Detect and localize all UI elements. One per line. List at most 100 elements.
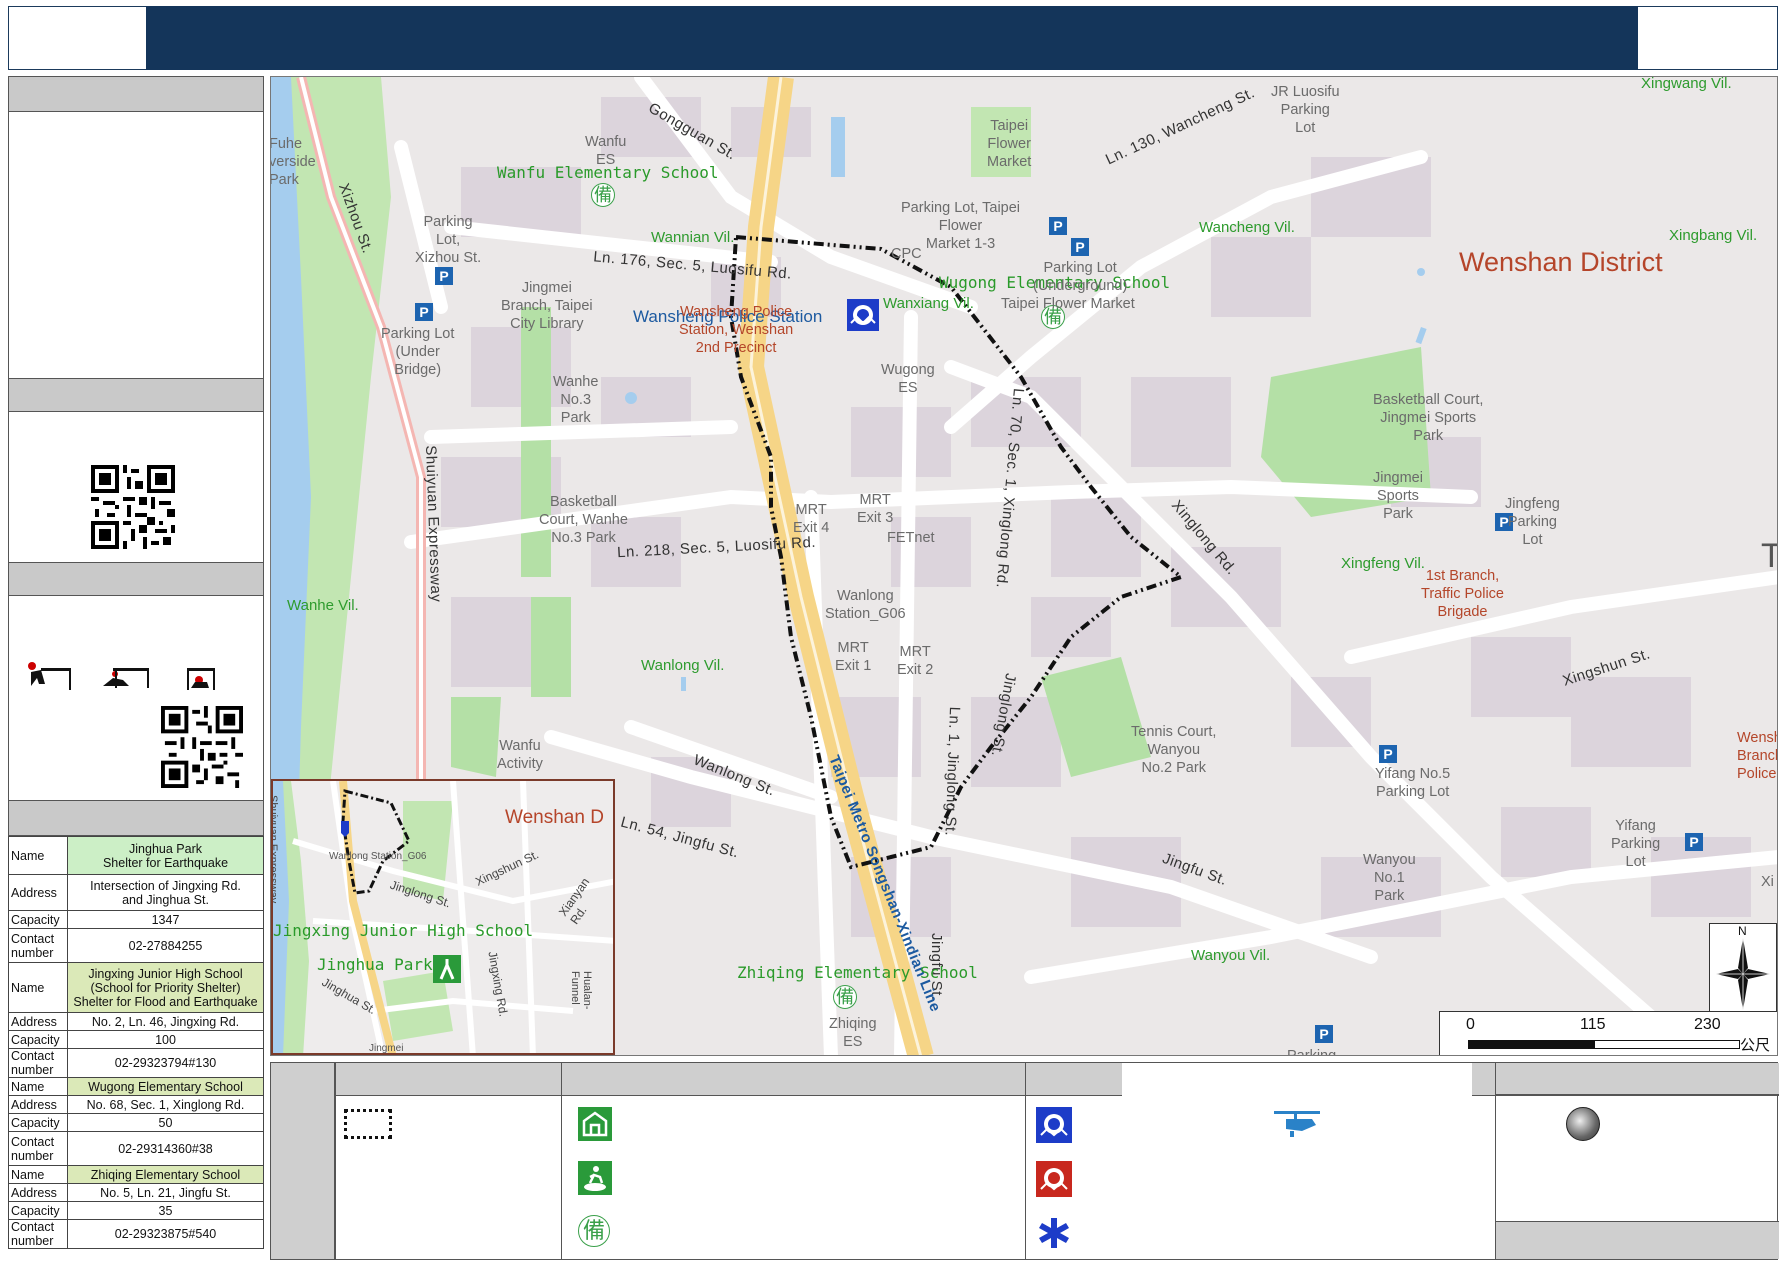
place-label: JR Luosifu Parking Lot: [1271, 84, 1340, 136]
parking-icon[interactable]: P: [1071, 238, 1089, 256]
place-label: Tennis Court, Wanyou No.2 Park: [1131, 724, 1217, 776]
inset-district-label: Wenshan D: [505, 807, 604, 828]
shelter-field-value: Jingxing Junior High School (School for P…: [67, 962, 264, 1013]
place-label: T: [1761, 537, 1777, 576]
shelter-field-label: Address: [8, 1012, 68, 1031]
inset-school-label: Jingxing Junior High School: [273, 921, 534, 940]
place-label: Wanfu Activity: [497, 738, 543, 772]
map-view[interactable]: Wenshan District Xingwang Vil. Wannian V…: [270, 76, 1778, 1056]
shelter-field-value: 02-27884255: [67, 928, 264, 963]
shelter-field-value: 02-29314360#38: [67, 1131, 264, 1166]
place-label: Taipei Flower Market: [1001, 296, 1135, 312]
panel-box-3: [8, 595, 264, 801]
scale-bar: 0 115 230 公尺: [1439, 1011, 1777, 1055]
place-label: WenshBranchPolice: [1737, 730, 1778, 782]
scale-tick-label: 0: [1466, 1016, 1475, 1033]
shelter-field-value: No. 5, Ln. 21, Jingfu St.: [67, 1183, 264, 1202]
shelter-field-label: Name: [8, 1165, 68, 1184]
qr-code-icon: [91, 465, 175, 549]
place-label: MRT Exit 4: [793, 502, 830, 536]
place-label: Fuhe verside Park: [270, 136, 316, 188]
fire-department-icon: [1036, 1161, 1072, 1197]
shelter-row: Name Zhiqing Elementary School: [8, 1165, 264, 1184]
parking-icon[interactable]: P: [1315, 1025, 1333, 1043]
scale-tick-label: 115: [1580, 1016, 1606, 1033]
scale-tick-label: 230: [1694, 1016, 1721, 1033]
legend-panel: 備: [270, 1062, 1780, 1260]
parking-icon[interactable]: P: [1685, 833, 1703, 851]
legend-other-footer: [1496, 1221, 1779, 1259]
legend-col-other: [1495, 1063, 1780, 1259]
shelter-row: Contact number 02-29314360#38: [8, 1131, 264, 1166]
place-label: Jingmei Sports Park: [1373, 470, 1423, 522]
shelter-row: Capacity 35: [8, 1201, 264, 1220]
shelter-field-value: 35: [67, 1201, 264, 1220]
panel-header-1: [8, 76, 264, 112]
legend-col-shelters: 備: [561, 1063, 1026, 1259]
shelter-row: Contact number 02-27884255: [8, 928, 264, 963]
inset-park-label: Jinghua Park: [317, 955, 433, 974]
parking-icon[interactable]: P: [1379, 745, 1397, 763]
shelter-field-label: Name: [8, 962, 68, 1013]
shelter-field-label: Contact number: [8, 1048, 68, 1078]
shelter-field-value: Zhiqing Elementary School: [67, 1165, 264, 1184]
police-icon[interactable]: [847, 299, 879, 331]
shelter-field-label: Address: [8, 1183, 68, 1202]
shelter-field-value: 02-29323875#540: [67, 1219, 264, 1249]
place-label: Wanlong Station_G06: [825, 588, 906, 622]
place-label: Basketball Court, Wanhe No.3 Park: [539, 494, 628, 546]
parking-icon[interactable]: P: [435, 267, 453, 285]
village-label: Wancheng Vil.: [1199, 219, 1295, 236]
shelter-row: Capacity 100: [8, 1030, 264, 1049]
shelter-row: Address No. 2, Ln. 46, Jingxing Rd.: [8, 1012, 264, 1031]
place-label: Basketball Court, Jingmei Sports Park: [1373, 392, 1484, 444]
school-label: Zhiqing Elementary School: [737, 963, 978, 982]
inset-map[interactable]: Wenshan D Xingshun St. Xianyan Rd. Jingl…: [271, 779, 615, 1055]
village-label: Wanxiang Vil.: [883, 295, 974, 312]
place-label: Wugong ES: [881, 362, 935, 396]
village-label: Wanlong Vil.: [641, 657, 725, 674]
place-label: Parking Lot (Under Bridge): [381, 326, 455, 378]
shelter-row: Name Wugong Elementary School: [8, 1077, 264, 1096]
place-label: MRT Exit 2: [897, 644, 934, 678]
legend-other-header: [1496, 1063, 1779, 1095]
evacuation-site-icon: [578, 1161, 612, 1195]
shelter-row: Capacity 1347: [8, 910, 264, 929]
shelter-field-label: Address: [8, 874, 68, 911]
shelter-row: Capacity 50: [8, 1113, 264, 1132]
shelter-row: Contact number 02-29323875#540: [8, 1219, 264, 1249]
place-label: FETnet: [887, 530, 935, 546]
place-label: Wanfu ES: [585, 134, 627, 168]
shelter-field-value: 1347: [67, 910, 264, 929]
place-label: Wansheng Police Station, Wenshan 2nd Preci…: [679, 304, 794, 356]
shelter-row: Address No. 68, Sec. 1, Xinglong Rd.: [8, 1095, 264, 1114]
medical-icon: [1039, 1218, 1069, 1248]
place-label: MRT Exit 1: [835, 640, 872, 674]
north-arrow: N: [1709, 923, 1777, 1013]
shelter-field-label: Contact number: [8, 1131, 68, 1166]
shelter-field-label: Contact number: [8, 1219, 68, 1249]
village-label: Xingbang Vil.: [1669, 227, 1758, 244]
parking-icon[interactable]: P: [415, 303, 433, 321]
shelter-row: Address Intersection of Jingxing Rd. and J…: [8, 874, 264, 911]
scale-bar-fill: [1469, 1041, 1595, 1048]
inset-road-label: Shuiyuan Expressway: [271, 795, 279, 904]
shelter-row: Name Jingxing Junior High School (School f…: [8, 962, 264, 1013]
place-label: MRT Exit 3: [857, 492, 894, 526]
shelter-field-label: Name: [8, 836, 68, 875]
shelter-field-value: 50: [67, 1113, 264, 1132]
shelter-row: Name Jinghua Park Shelter for Earthquake: [8, 836, 264, 875]
header-title-bar: [146, 6, 1638, 70]
place-label: Yifang No.5 Parking Lot: [1375, 766, 1451, 800]
point-marker-icon: [1566, 1107, 1600, 1141]
scale-unit-label: 公尺: [1740, 1037, 1771, 1054]
place-label: Zhiqing ES: [829, 1016, 877, 1050]
shelter-field-label: Capacity: [8, 1113, 68, 1132]
inset-place-label: Jingmei: [369, 1043, 404, 1054]
north-label: N: [1738, 924, 1747, 938]
shelter-field-label: Capacity: [8, 1201, 68, 1220]
village-label: Wanyou Vil.: [1191, 947, 1271, 964]
parking-icon[interactable]: P: [1049, 217, 1067, 235]
place-label: Jingmei Branch, Taipei City Library: [501, 280, 593, 332]
village-label: Wanhe Vil.: [287, 597, 359, 614]
